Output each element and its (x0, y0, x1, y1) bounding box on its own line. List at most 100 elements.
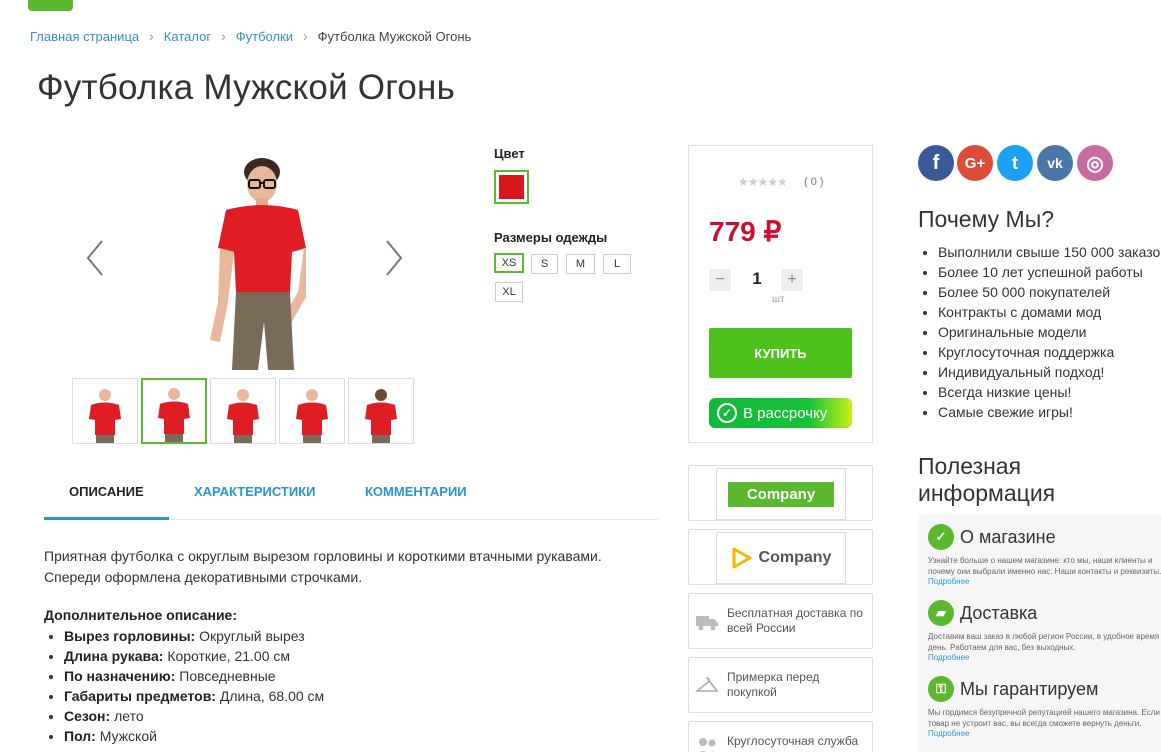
service-row: Примерка перед покупкой (689, 658, 872, 712)
why-us-item: Выполнили свыше 150 000 заказов (938, 242, 1161, 262)
breadcrumb-current: Футболка Мужской Огонь (317, 28, 472, 44)
gallery-prev-arrow-icon[interactable] (84, 238, 106, 278)
service-support-text: Круглосуточная служба (727, 734, 859, 748)
service-row: Круглосуточная служба (689, 722, 872, 752)
thumbnail[interactable] (279, 378, 345, 444)
installment-button[interactable]: ✓ В рассрочку (709, 398, 852, 428)
service-box-support[interactable]: Круглосуточная служба (688, 721, 873, 752)
hanger-icon (695, 677, 719, 692)
breadcrumb-separator: › (149, 28, 154, 44)
partner-logo-box[interactable]: Company (688, 529, 873, 585)
service-box-delivery[interactable]: Бесплатная доставка по всей России (688, 593, 873, 649)
why-us-item: Контракты с домами мод (938, 302, 1161, 322)
breadcrumb-catalog-link[interactable]: Каталог (164, 29, 211, 44)
size-option-l[interactable]: L (603, 254, 631, 274)
service-row: Бесплатная доставка по всей России (689, 594, 872, 648)
info-item-delivery: ▰ Доставка Доставим ваш заказ в любой ре… (928, 600, 1161, 662)
info-head: ⚿ Мы гарантируем (928, 676, 1161, 702)
thumbnail-active[interactable] (141, 378, 207, 444)
size-option-s[interactable]: S (531, 254, 558, 274)
breadcrumb: Главная страница › Каталог › Футболки › … (30, 28, 471, 44)
info-item-guarantee: ⚿ Мы гарантируем Мы гордимся безупречной… (928, 676, 1161, 738)
spec-value: Короткие, 21.00 см (167, 648, 290, 664)
truck-icon (696, 616, 718, 631)
info-more-link[interactable]: Подробнее (928, 577, 1161, 586)
useful-info-title-line: Полезная (918, 453, 1022, 479)
rating-stars-icon[interactable]: ★★★★★ (738, 175, 788, 189)
play-triangle-icon (732, 547, 752, 569)
spec-item: Пол: Мужской (64, 726, 324, 746)
spec-key: По назначению: (64, 668, 176, 684)
info-title: О магазине (960, 526, 1056, 547)
useful-info-panel: ✓ О магазине Узнайте больше о нашем мага… (918, 514, 1161, 752)
info-title: Доставка (960, 602, 1038, 623)
lock-icon: ⚿ (928, 676, 954, 702)
quantity-value[interactable]: 1 (748, 269, 766, 289)
info-text: Доставим ваш заказ в любой регион России… (928, 632, 1160, 652)
why-us-item: Более 10 лет успешной работы (938, 262, 1161, 282)
partner-logo-yellow: Company (731, 546, 832, 570)
partner-logo-box[interactable]: Company (688, 465, 873, 521)
thumbnail[interactable] (210, 378, 276, 444)
tab-description[interactable]: ОПИСАНИЕ (69, 484, 144, 499)
partner-logo-frame: Company (716, 468, 846, 520)
info-item-about: ✓ О магазине Узнайте больше о нашем мага… (928, 524, 1161, 586)
product-main-image[interactable] (178, 152, 308, 370)
twitter-icon[interactable]: t (997, 145, 1033, 181)
why-us-item: Всегда низкие цены! (938, 382, 1161, 402)
why-us-item: Самые свежие игры! (938, 402, 1161, 422)
gallery-next-arrow-icon[interactable] (383, 238, 405, 278)
partner-logo-text: Company (758, 549, 832, 566)
spec-value: Повседневные (179, 668, 276, 684)
why-us-item: Индивидуальный подход! (938, 362, 1161, 382)
price: 779 ₽ (709, 216, 782, 247)
info-more-link[interactable]: Подробнее (928, 729, 1161, 738)
color-swatch-red[interactable] (494, 170, 529, 204)
tab-characteristics[interactable]: ХАРАКТЕРИСТИКИ (194, 484, 316, 499)
useful-info-title: Полезная информация (918, 453, 1055, 507)
why-us-title: Почему Мы? (918, 206, 1055, 232)
tab-comments[interactable]: КОММЕНТАРИИ (365, 484, 467, 499)
instagram-icon[interactable]: ◎ (1077, 145, 1113, 181)
color-swatch-fill (499, 175, 524, 199)
qty-plus-button[interactable]: + (781, 269, 803, 291)
thumbnail[interactable] (72, 378, 138, 444)
tab-active-indicator (44, 517, 169, 520)
vk-icon[interactable]: vk (1037, 145, 1073, 181)
description-line: Спереди оформлена декоративными строчкам… (44, 569, 363, 585)
service-box-fitting[interactable]: Примерка перед покупкой (688, 657, 873, 713)
thumbnail-strip (72, 378, 414, 444)
breadcrumb-separator: › (303, 28, 308, 44)
thumbnail[interactable] (348, 378, 414, 444)
installment-label: В рассрочку (743, 404, 828, 422)
spec-key: Вырез горловины: (64, 628, 196, 644)
qty-minus-button[interactable]: − (709, 269, 731, 291)
size-option-xs[interactable]: XS (494, 253, 524, 273)
google-plus-icon[interactable]: G+ (957, 145, 993, 181)
size-option-m[interactable]: M (566, 254, 595, 274)
spec-key: Пол: (64, 728, 96, 744)
sizes-label: Размеры одежды (494, 230, 608, 245)
spec-key: Габариты предметов: (64, 688, 216, 704)
breadcrumb-home-link[interactable]: Главная страница (30, 29, 139, 44)
people-icon (699, 738, 716, 752)
why-us-item: Более 50 000 покупателей (938, 282, 1161, 302)
truck-icon: ▰ (928, 600, 954, 626)
spec-value: Округлый вырез (199, 628, 305, 644)
facebook-icon[interactable]: f (918, 145, 954, 181)
buy-button[interactable]: КУПИТЬ (709, 328, 852, 378)
spec-list: Вырез горловины: Округлый вырез Длина ру… (64, 626, 324, 746)
info-head: ▰ Доставка (928, 600, 1161, 626)
info-text: Узнайте больше о нашем магазине: кто мы,… (928, 556, 1161, 576)
product-description: Приятная футболка с округлым вырезом гор… (44, 546, 644, 588)
why-us-item: Круглосуточная поддержка (938, 342, 1161, 362)
color-label: Цвет (494, 146, 525, 161)
spec-item: Сезон: лето (64, 706, 324, 726)
size-option-xl[interactable]: XL (495, 282, 523, 302)
spec-item: Габариты предметов: Длина, 68.00 см (64, 686, 324, 706)
partner-logo-frame: Company (716, 532, 846, 584)
spec-value: Длина, 68.00 см (219, 688, 325, 704)
useful-info-title-line: информация (918, 480, 1056, 506)
breadcrumb-category-link[interactable]: Футболки (236, 29, 293, 44)
info-more-link[interactable]: Подробнее (928, 653, 1161, 662)
